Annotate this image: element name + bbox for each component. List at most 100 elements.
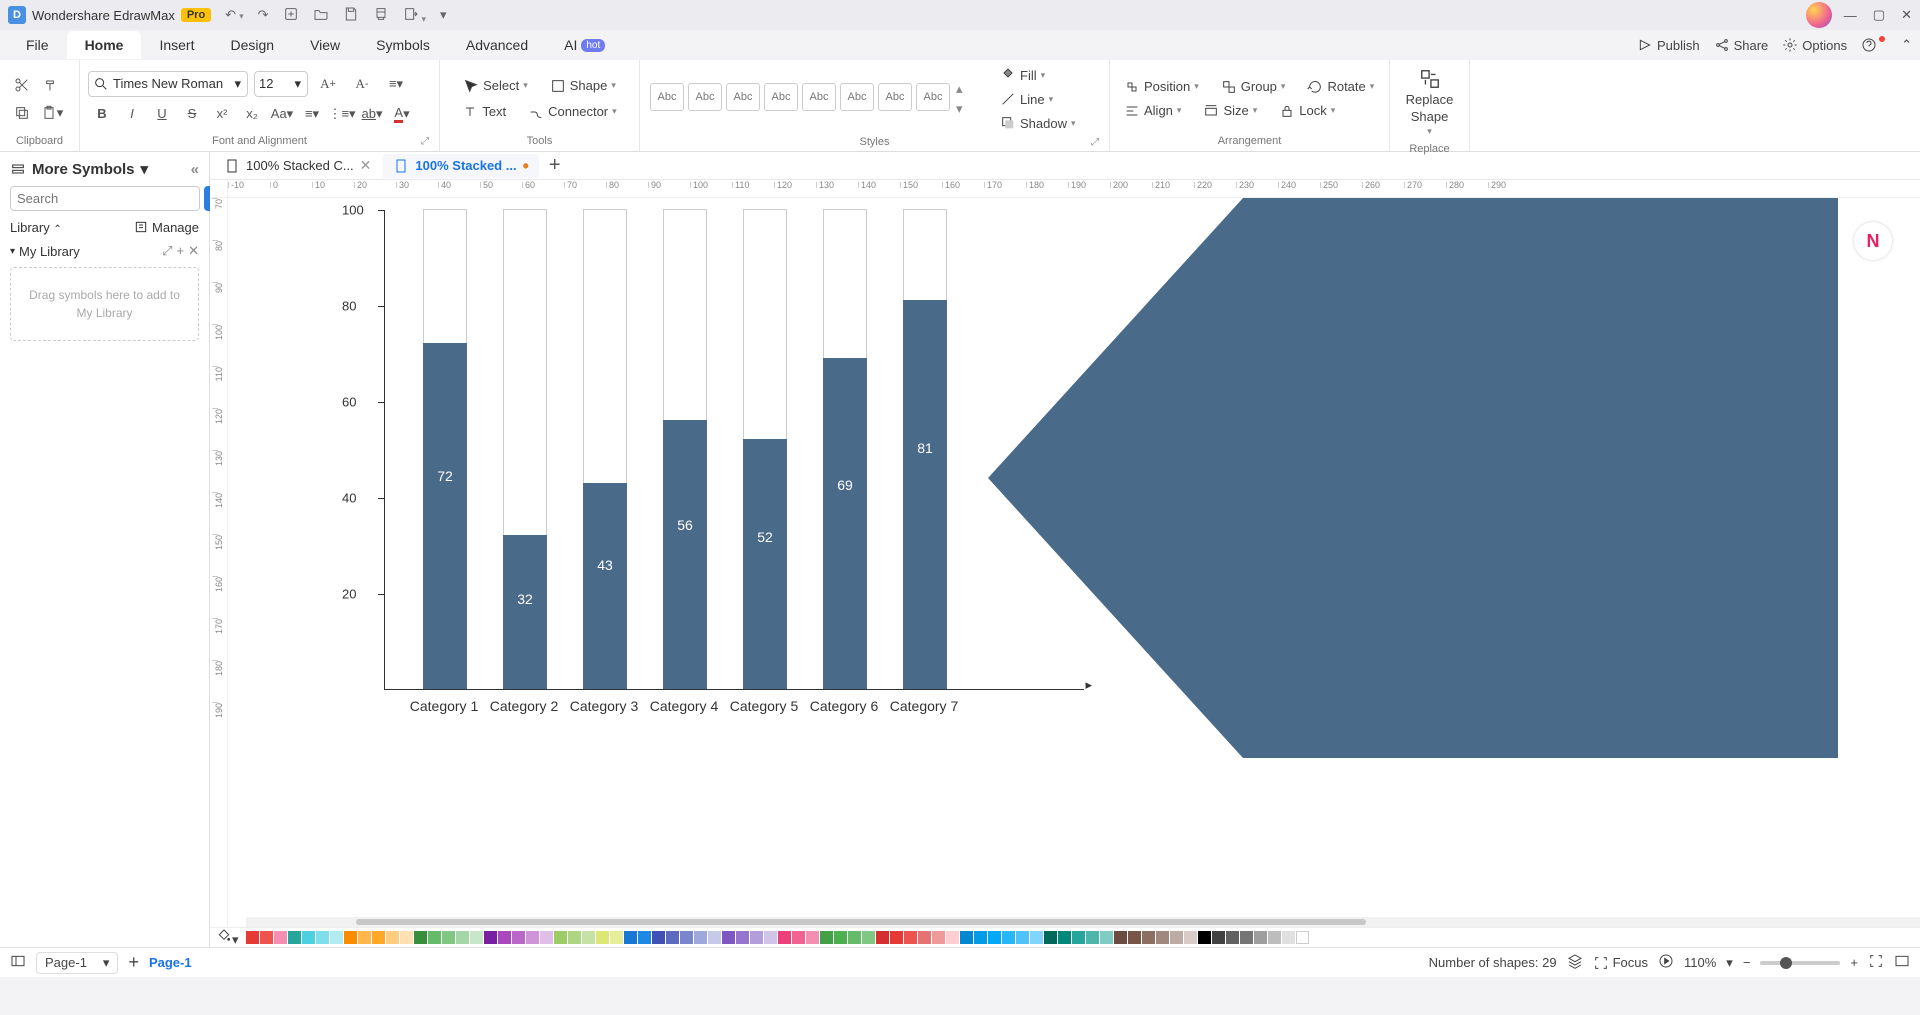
font-size-combo[interactable]: 12▾ — [254, 71, 308, 97]
style-gallery[interactable]: Abc Abc Abc Abc Abc Abc Abc Abc ▴ ▾ — [648, 81, 988, 117]
color-swatch[interactable] — [1226, 931, 1239, 944]
color-swatch[interactable] — [960, 931, 973, 944]
color-swatch[interactable] — [1072, 931, 1085, 944]
print-icon[interactable] — [373, 6, 389, 25]
share-button[interactable]: Share — [1714, 37, 1769, 53]
color-swatch[interactable] — [1086, 931, 1099, 944]
publish-button[interactable]: Publish — [1637, 37, 1700, 53]
color-swatch[interactable] — [316, 931, 329, 944]
open-icon[interactable] — [313, 6, 329, 25]
bar[interactable]: 32 — [503, 209, 547, 689]
color-swatch[interactable] — [1198, 931, 1211, 944]
align-menu-icon[interactable]: ≡▾ — [382, 71, 410, 97]
bar[interactable]: 69 — [823, 209, 867, 689]
color-swatch[interactable] — [386, 931, 399, 944]
bar[interactable]: 56 — [663, 209, 707, 689]
style-preset[interactable]: Abc — [688, 83, 722, 111]
gallery-down-icon[interactable]: ▾ — [956, 101, 963, 117]
doc-tab[interactable]: 100% Stacked C... ✕ — [214, 153, 381, 178]
shrink-font-icon[interactable]: A- — [348, 71, 376, 97]
gallery-up-icon[interactable]: ▴ — [956, 81, 963, 97]
style-preset[interactable]: Abc — [916, 83, 950, 111]
case-icon[interactable]: Aa▾ — [268, 101, 296, 127]
color-swatch[interactable] — [274, 931, 287, 944]
grow-font-icon[interactable]: A+ — [314, 71, 342, 97]
color-swatch[interactable] — [610, 931, 623, 944]
presentation-icon[interactable] — [1658, 953, 1674, 972]
color-swatch[interactable] — [1016, 931, 1029, 944]
mylib-expand-icon[interactable]: ⤢ — [162, 243, 172, 259]
library-toggle[interactable]: Library ⌃ — [10, 220, 62, 235]
bar[interactable]: 72 — [423, 209, 467, 689]
color-swatch[interactable] — [302, 931, 315, 944]
fullscreen-icon[interactable] — [1894, 953, 1910, 972]
tab-insert[interactable]: Insert — [141, 31, 212, 59]
align-dropdown[interactable]: Align▾ — [1118, 100, 1187, 122]
select-tool[interactable]: Select▾ — [457, 75, 534, 97]
tab-file[interactable]: File — [8, 31, 67, 59]
color-swatch[interactable] — [1268, 931, 1281, 944]
tab-view[interactable]: View — [292, 31, 358, 59]
color-swatch[interactable] — [372, 931, 385, 944]
color-swatch[interactable] — [624, 931, 637, 944]
maximize-icon[interactable]: ▢ — [1873, 7, 1885, 23]
color-swatch[interactable] — [890, 931, 903, 944]
color-swatch[interactable] — [820, 931, 833, 944]
lock-dropdown[interactable]: Lock▾ — [1273, 100, 1341, 122]
mylib-add-icon[interactable]: + — [177, 243, 185, 259]
color-swatch[interactable] — [1044, 931, 1057, 944]
minimize-icon[interactable]: — — [1844, 8, 1857, 23]
color-swatch[interactable] — [834, 931, 847, 944]
color-swatch[interactable] — [974, 931, 987, 944]
color-swatch[interactable] — [582, 931, 595, 944]
page-selector[interactable]: Page-1▾ — [36, 952, 118, 974]
format-painter-icon[interactable] — [38, 72, 66, 98]
zoom-out-icon[interactable]: − — [1743, 955, 1751, 970]
line-dropdown[interactable]: Line▾ — [994, 88, 1082, 110]
size-dropdown[interactable]: Size▾ — [1197, 100, 1263, 122]
close-tab-icon[interactable]: ✕ — [360, 157, 372, 174]
save-icon[interactable] — [343, 6, 359, 25]
font-family-combo[interactable]: Times New Roman▾ — [88, 71, 248, 97]
highlight-icon[interactable]: ab▾ — [358, 101, 386, 127]
color-swatch[interactable] — [946, 931, 959, 944]
color-swatch[interactable] — [988, 931, 1001, 944]
bar[interactable]: 43 — [583, 209, 627, 689]
focus-button[interactable]: Focus — [1593, 955, 1648, 971]
font-color-icon[interactable]: A▾ — [388, 101, 416, 127]
superscript-icon[interactable]: x² — [208, 101, 236, 127]
doc-tab-active[interactable]: 100% Stacked ... • — [383, 154, 538, 178]
zoom-slider[interactable] — [1760, 961, 1840, 965]
color-swatch[interactable] — [568, 931, 581, 944]
text-tool[interactable]: Text — [456, 101, 512, 123]
color-swatch[interactable] — [498, 931, 511, 944]
color-swatch[interactable] — [596, 931, 609, 944]
color-swatch[interactable] — [1156, 931, 1169, 944]
copy-icon[interactable] — [8, 100, 36, 126]
color-swatch[interactable] — [470, 931, 483, 944]
add-page-icon[interactable]: + — [128, 952, 139, 973]
fit-page-icon[interactable] — [1868, 953, 1884, 972]
color-swatch[interactable] — [862, 931, 875, 944]
manage-library-button[interactable]: Manage — [133, 219, 199, 235]
expand-icon[interactable]: ⤢ — [1091, 137, 1099, 148]
replace-shape-button[interactable]: Replace Shape ▾ — [1398, 64, 1461, 141]
bar[interactable]: 52 — [743, 209, 787, 689]
rotate-dropdown[interactable]: Rotate▾ — [1301, 76, 1380, 98]
color-swatch[interactable] — [526, 931, 539, 944]
color-swatch[interactable] — [1114, 931, 1127, 944]
color-swatch[interactable] — [246, 931, 259, 944]
color-swatch[interactable] — [736, 931, 749, 944]
color-swatch[interactable] — [1100, 931, 1113, 944]
expand-icon[interactable]: ⤢ — [421, 136, 429, 147]
color-swatch[interactable] — [792, 931, 805, 944]
cut-icon[interactable] — [8, 72, 36, 98]
color-swatch[interactable] — [1002, 931, 1015, 944]
add-tab-icon[interactable]: + — [541, 154, 569, 177]
shape-tool[interactable]: Shape▾ — [544, 75, 622, 97]
color-swatch[interactable] — [1142, 931, 1155, 944]
options-button[interactable]: Options — [1782, 37, 1847, 53]
layers-icon[interactable] — [1567, 953, 1583, 972]
subscript-icon[interactable]: x₂ — [238, 101, 266, 127]
fill-bucket-icon[interactable]: ▾ — [216, 928, 239, 948]
